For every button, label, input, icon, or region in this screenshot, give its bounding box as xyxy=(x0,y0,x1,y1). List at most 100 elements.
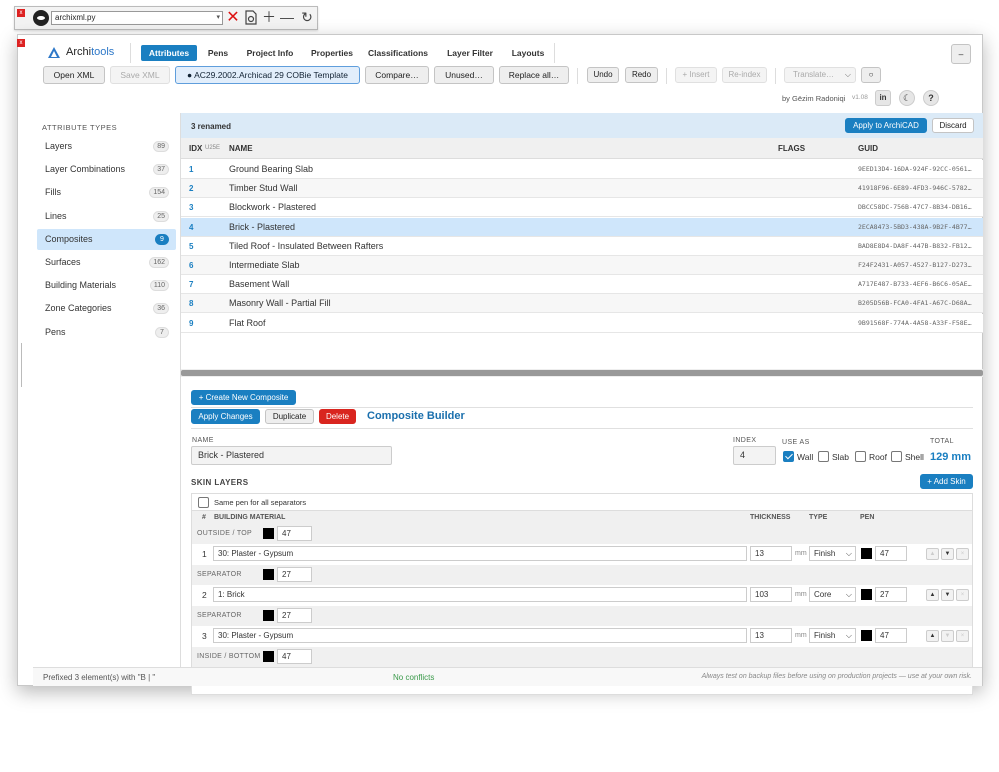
minus-icon[interactable]: — xyxy=(279,10,295,26)
replace-all-button[interactable]: Replace all… xyxy=(499,66,569,84)
pen-swatch[interactable] xyxy=(861,589,872,600)
material-select[interactable]: 30: Plaster - Gypsum xyxy=(213,546,747,561)
redo-button[interactable]: Redo xyxy=(625,67,658,83)
table-row[interactable]: 1 Ground Bearing Slab 9EED13D4-16DA-924F-9… xyxy=(181,160,983,179)
open-xml-button[interactable]: Open XML xyxy=(43,66,105,84)
move-down-icon[interactable]: ▼ xyxy=(941,589,954,601)
save-xml-button[interactable]: Save XML xyxy=(110,66,170,84)
toggle-button[interactable]: ○ xyxy=(861,67,881,83)
table-row[interactable]: 6 Intermediate Slab F24F2431-A057-4527-B12… xyxy=(181,256,983,275)
tab-attributes[interactable]: Attributes xyxy=(141,45,197,61)
index-field[interactable]: 4 xyxy=(733,446,776,465)
pen-input[interactable]: 27 xyxy=(875,587,907,602)
table-row[interactable]: 9 Flat Roof 9B91568F-774A-4A58-A33F-F58E… xyxy=(181,313,983,333)
table-row[interactable]: 5 Tiled Roof - Insulated Between Rafters B… xyxy=(181,236,983,256)
help-icon[interactable]: ? xyxy=(923,90,939,106)
sidebar-item-lines[interactable]: Lines 25 xyxy=(37,206,176,227)
move-down-icon[interactable]: ▼ xyxy=(941,548,954,560)
sort-indicator[interactable]: U25E xyxy=(205,145,220,151)
type-select[interactable]: Core ⌵ xyxy=(809,587,856,602)
column-guid[interactable]: GUID xyxy=(858,144,878,153)
template-button[interactable]: ● AC29.2002.Archicad 29 COBie Template xyxy=(175,66,360,84)
create-composite-button[interactable]: + Create New Composite xyxy=(191,390,296,405)
use-as-wall-checkbox[interactable] xyxy=(783,451,794,462)
stop-icon[interactable]: ✕ xyxy=(225,10,241,26)
pen-input[interactable]: 47 xyxy=(875,628,907,643)
horizontal-scrollbar[interactable] xyxy=(181,369,983,377)
delete-button[interactable]: Delete xyxy=(319,409,356,424)
tab-classifications[interactable]: Classifications xyxy=(364,45,432,61)
same-pen-checkbox[interactable] xyxy=(198,497,209,508)
use-as-slab-checkbox[interactable] xyxy=(818,451,829,462)
move-down-icon[interactable]: ▼ xyxy=(941,630,954,642)
use-as-roof-checkbox[interactable] xyxy=(855,451,866,462)
tab-pens[interactable]: Pens xyxy=(201,45,235,61)
sidebar-item-zone-categories[interactable]: Zone Categories 36 xyxy=(37,298,176,319)
remove-skin-icon[interactable]: × xyxy=(956,589,969,601)
type-select[interactable]: Finish ⌵ xyxy=(809,546,856,561)
run-script-icon[interactable] xyxy=(243,10,259,26)
thickness-input[interactable]: 13 xyxy=(750,546,792,561)
tab-project-info[interactable]: Project Info xyxy=(240,45,300,61)
unused-button[interactable]: Unused… xyxy=(434,66,494,84)
plus-icon[interactable]: ＋ xyxy=(261,10,277,26)
material-select[interactable]: 30: Plaster - Gypsum xyxy=(213,628,747,643)
moon-icon[interactable]: ☾ xyxy=(899,90,915,106)
sidebar-item-composites[interactable]: Composites 9 xyxy=(37,228,176,250)
tab-properties[interactable]: Properties xyxy=(305,45,359,61)
move-up-icon[interactable]: ▲ xyxy=(926,589,939,601)
thickness-input[interactable]: 13 xyxy=(750,628,792,643)
duplicate-button[interactable]: Duplicate xyxy=(265,409,314,424)
table-row[interactable]: 2 Timber Stud Wall 41918F96-6E89-4FD3-946C… xyxy=(181,179,983,199)
scrollbar-thumb[interactable] xyxy=(181,370,983,376)
pen-swatch[interactable] xyxy=(861,548,872,559)
move-up-icon[interactable]: ▲ xyxy=(926,548,939,560)
resize-handle[interactable] xyxy=(21,343,22,387)
thickness-input[interactable]: 103 xyxy=(750,587,792,602)
table-row[interactable]: 3 Blockwork - Plastered DBCC58DC-756B-47C7… xyxy=(181,198,983,218)
column-name[interactable]: NAME xyxy=(229,144,253,153)
sidebar-item-fills[interactable]: Fills 154 xyxy=(37,182,176,203)
pen-swatch[interactable] xyxy=(263,610,274,621)
pen-swatch[interactable] xyxy=(861,630,872,641)
insert-button[interactable]: + Insert xyxy=(675,67,717,83)
sidebar-item-surfaces[interactable]: Surfaces 162 xyxy=(37,252,176,273)
discard-button[interactable]: Discard xyxy=(932,118,974,133)
pen-input[interactable]: 27 xyxy=(277,567,312,582)
toolbar-close-icon[interactable]: x xyxy=(17,9,25,17)
undo-button[interactable]: Undo xyxy=(587,67,619,83)
pen-input[interactable]: 47 xyxy=(277,649,312,664)
tab-layouts[interactable]: Layouts xyxy=(506,45,550,61)
compare-button[interactable]: Compare… xyxy=(365,66,429,84)
reindex-button[interactable]: Re-index xyxy=(722,67,767,83)
name-field[interactable]: Brick - Plastered xyxy=(191,446,392,465)
column-idx[interactable]: IDX xyxy=(189,144,202,153)
material-select[interactable]: 1: Brick xyxy=(213,587,747,602)
apply-to-archicad-button[interactable]: Apply to ArchiCAD xyxy=(845,118,927,133)
apply-changes-button[interactable]: Apply Changes xyxy=(191,409,260,424)
script-select[interactable]: archixml.py ▾ xyxy=(51,11,223,25)
pen-input[interactable]: 27 xyxy=(277,608,312,623)
table-row[interactable]: 8 Masonry Wall - Partial Fill B205D56B-FCA… xyxy=(181,294,983,314)
reload-icon[interactable]: ↻ xyxy=(299,10,315,26)
pen-swatch[interactable] xyxy=(263,651,274,662)
column-flags[interactable]: FLAGS xyxy=(778,144,805,153)
translate-select[interactable]: Translate… ⌵ xyxy=(784,67,856,83)
pen-swatch[interactable] xyxy=(263,569,274,580)
table-row[interactable]: 7 Basement Wall A717E487-B733-4EF6-B6C6-05… xyxy=(181,275,983,295)
add-skin-button[interactable]: + Add Skin xyxy=(920,474,973,489)
sidebar-item-layer-combinations[interactable]: Layer Combinations 37 xyxy=(37,159,176,180)
type-select[interactable]: Finish ⌵ xyxy=(809,628,856,643)
move-up-icon[interactable]: ▲ xyxy=(926,630,939,642)
sidebar-item-pens[interactable]: Pens 7 xyxy=(37,322,176,343)
remove-skin-icon[interactable]: × xyxy=(956,548,969,560)
sidebar-item-layers[interactable]: Layers 89 xyxy=(37,136,176,157)
linkedin-icon[interactable]: in xyxy=(875,90,891,106)
sidebar-item-building-materials[interactable]: Building Materials 110 xyxy=(37,275,176,296)
pen-input[interactable]: 47 xyxy=(277,526,312,541)
tab-layer-filter[interactable]: Layer Filter xyxy=(438,45,502,61)
pen-input[interactable]: 47 xyxy=(875,546,907,561)
pen-swatch[interactable] xyxy=(263,528,274,539)
use-as-shell-checkbox[interactable] xyxy=(891,451,902,462)
minimize-button[interactable]: – xyxy=(951,44,971,64)
